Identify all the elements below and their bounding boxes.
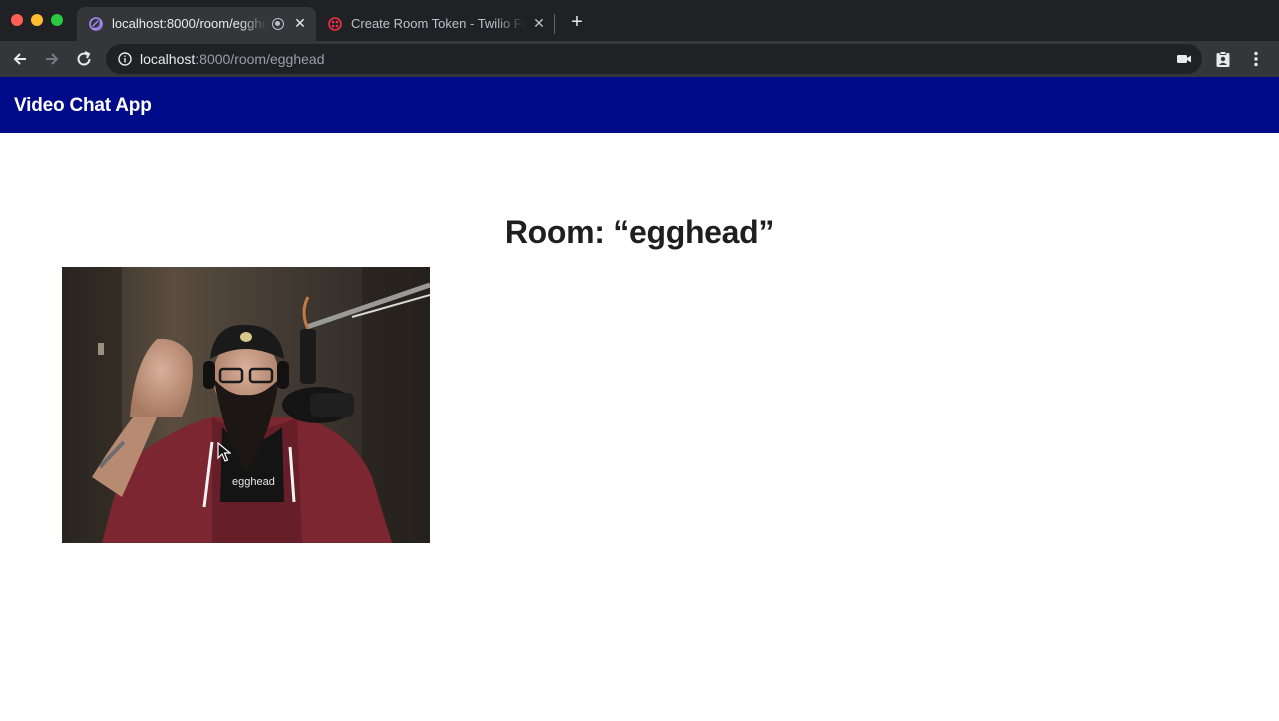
plus-icon[interactable]: + [567, 12, 587, 32]
tab-create-room-token[interactable]: Create Room Token - Twilio Functions ✕ [316, 7, 555, 41]
address-bar[interactable]: localhost:8000/room/egghead [106, 44, 1202, 74]
browser-window: localhost:8000/room/egghead ✕ Create Roo… [0, 0, 1279, 721]
tab-title: Create Room Token - Twilio Functions [351, 16, 526, 31]
tab-room-egghead[interactable]: localhost:8000/room/egghead ✕ [77, 7, 316, 41]
back-arrow-icon[interactable] [10, 49, 30, 69]
browser-toolbar: localhost:8000/room/egghead [0, 41, 1279, 77]
url-text: localhost:8000/room/egghead [140, 51, 324, 67]
mouse-cursor-icon [217, 442, 231, 462]
app-title[interactable]: Video Chat App [14, 95, 152, 117]
url-host: localhost [140, 51, 196, 67]
minimize-window-button[interactable] [31, 14, 43, 26]
web-page: Video Chat App Room: “egghead” egghead [0, 77, 1279, 721]
zoom-window-button[interactable] [51, 14, 63, 26]
tab-strip: localhost:8000/room/egghead ✕ Create Roo… [0, 0, 1279, 41]
local-video-feed: egghead [62, 267, 430, 543]
close-tab-icon[interactable]: ✕ [293, 16, 307, 30]
twilio-favicon-icon [328, 17, 342, 31]
camera-in-use-icon[interactable] [1175, 50, 1193, 68]
gatsby-favicon-icon [89, 17, 103, 31]
url-path: :8000/room/egghead [195, 51, 325, 67]
tab-title: localhost:8000/room/egghead [112, 16, 267, 31]
close-window-button[interactable] [11, 14, 23, 26]
close-tab-icon[interactable]: ✕ [532, 16, 546, 30]
reload-icon[interactable] [74, 49, 94, 69]
shirt-text: egghead [232, 476, 275, 488]
room-title: Room: “egghead” [504, 214, 775, 250]
forward-arrow-icon[interactable] [42, 49, 62, 69]
app-header: Video Chat App [0, 77, 1279, 133]
webcam-frame: egghead [62, 267, 430, 543]
tab-divider [554, 14, 555, 34]
recording-indicator-icon [272, 18, 284, 30]
more-menu-icon[interactable] [1247, 50, 1265, 68]
site-info-icon[interactable] [118, 52, 132, 66]
clipboard-account-icon[interactable] [1214, 50, 1232, 68]
